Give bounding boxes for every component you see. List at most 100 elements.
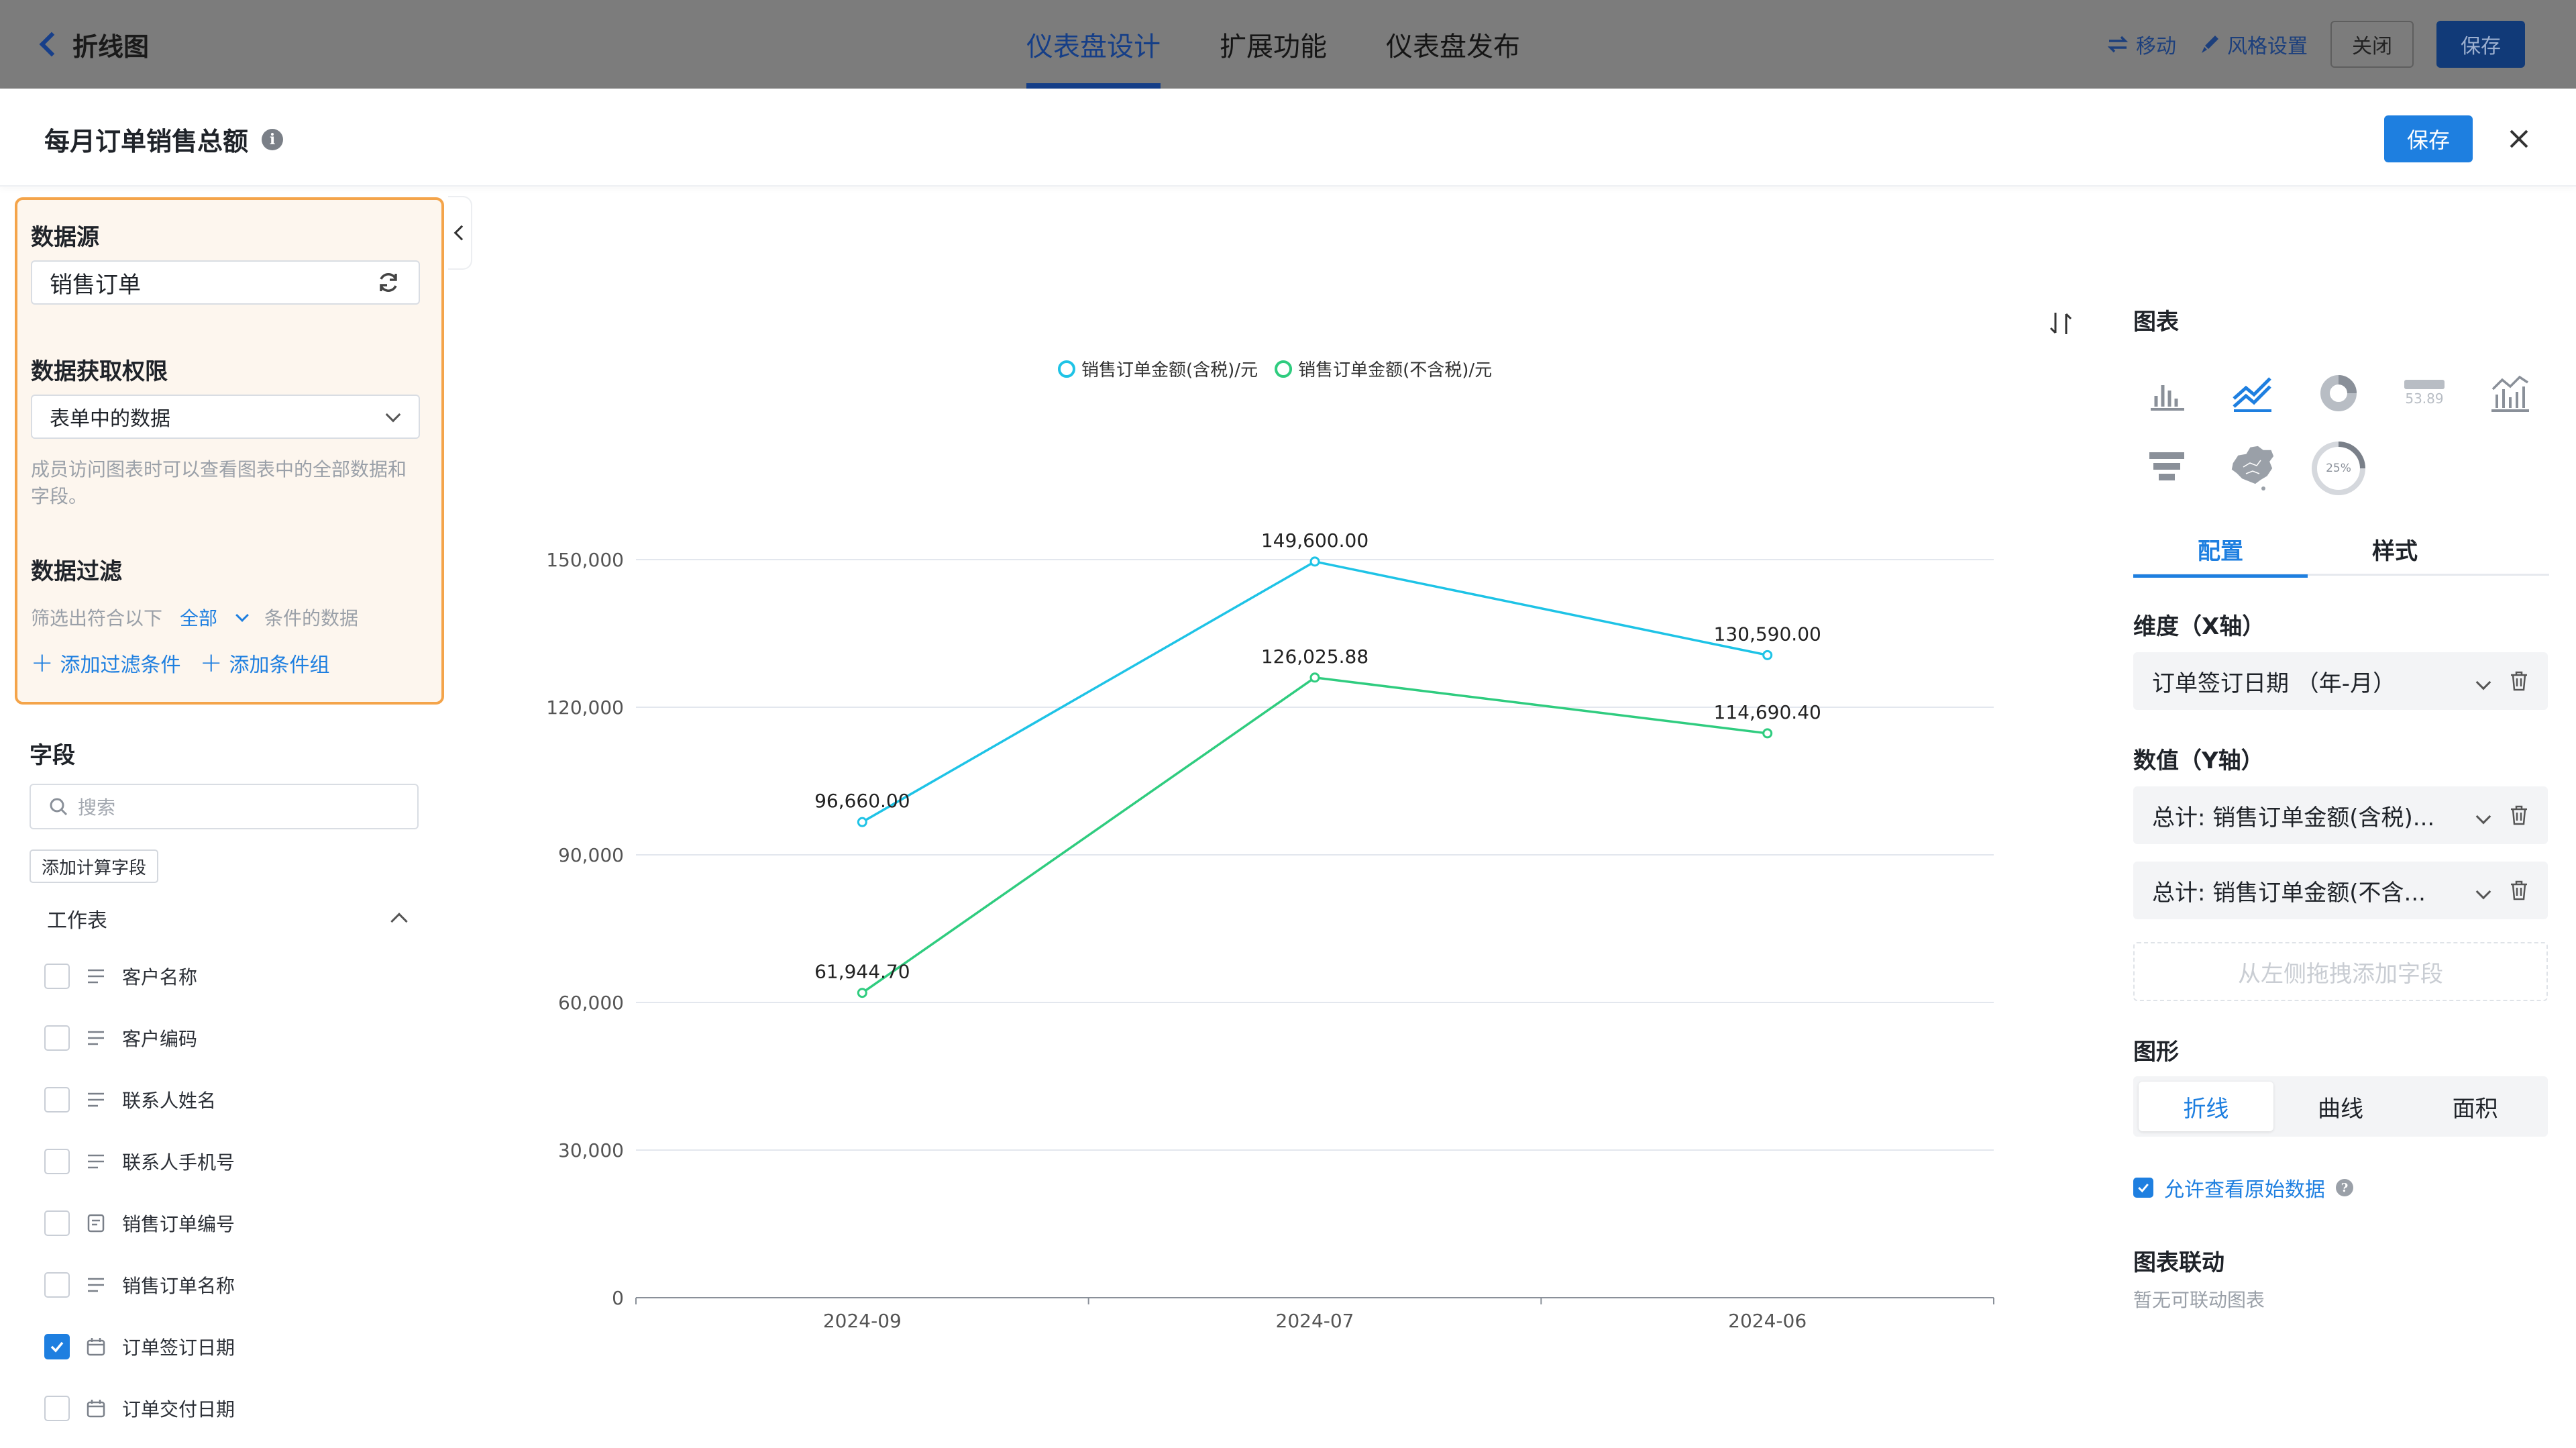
close-icon[interactable] xyxy=(2502,122,2536,156)
combo-chart-icon[interactable] xyxy=(2483,366,2537,420)
fields-title: 字段 xyxy=(30,742,75,769)
allow-raw-data-checkbox[interactable] xyxy=(2133,1178,2153,1198)
modal-save-button[interactable]: 保存 xyxy=(2384,115,2473,162)
field-drop-zone[interactable]: 从左侧拖拽添加字段 xyxy=(2133,942,2548,1001)
text-icon xyxy=(85,965,107,988)
field-checkbox[interactable] xyxy=(44,1210,70,1236)
series-line xyxy=(861,676,1768,994)
tab-config[interactable]: 配置 xyxy=(2133,522,2308,578)
tab-style[interactable]: 样式 xyxy=(2308,522,2482,576)
move-button[interactable]: 移动 xyxy=(2106,30,2176,59)
add-calc-field-button[interactable]: 添加计算字段 xyxy=(30,849,159,883)
progress-value: 25% xyxy=(2326,462,2351,475)
delete-icon[interactable] xyxy=(2509,880,2529,901)
chevron-down-icon[interactable] xyxy=(2475,809,2491,825)
search-placeholder: 搜索 xyxy=(78,796,116,819)
worksheet-label: 工作表 xyxy=(47,909,107,933)
progress-chart-icon[interactable]: 25% xyxy=(2309,439,2368,498)
indicator-card-icon[interactable]: 53.89 xyxy=(2398,366,2451,420)
tab-dashboard-publish[interactable]: 仪表盘发布 xyxy=(1386,0,1520,89)
field-search[interactable]: 搜索 xyxy=(30,784,419,829)
tab-dashboard-design[interactable]: 仪表盘设计 xyxy=(1026,0,1161,89)
calendar-icon xyxy=(85,1397,107,1420)
chart-name[interactable]: 每月订单销售总额 xyxy=(44,121,248,158)
allow-raw-data-option[interactable]: 允许查看原始数据 ? xyxy=(2133,1173,2353,1202)
field-item[interactable]: 联系人姓名 xyxy=(44,1083,216,1117)
permission-value: 表单中的数据 xyxy=(50,407,170,431)
filter-mode-select[interactable]: 全部 xyxy=(180,604,249,631)
move-label: 移动 xyxy=(2136,35,2176,58)
map-chart-icon[interactable] xyxy=(2226,440,2279,494)
close-button[interactable]: 关闭 xyxy=(2330,21,2414,68)
field-item[interactable]: 订单交付日期 xyxy=(44,1392,235,1425)
data-point xyxy=(1309,556,1320,567)
field-item[interactable]: 联系人手机号 xyxy=(44,1145,235,1178)
y-tick-label: 60,000 xyxy=(558,992,624,1014)
y-axis-field[interactable]: 总计: 销售订单金额(含税)... xyxy=(2133,786,2548,844)
field-item[interactable]: 销售订单名称 xyxy=(44,1268,235,1302)
help-icon[interactable]: ? xyxy=(2336,1179,2353,1196)
style-settings-button[interactable]: 风格设置 xyxy=(2199,30,2308,59)
add-group-button[interactable]: + 添加条件组 xyxy=(200,648,330,678)
check-icon xyxy=(2138,1183,2149,1193)
field-checkbox[interactable] xyxy=(44,964,70,989)
add-filter-button[interactable]: + 添加过滤条件 xyxy=(31,648,181,678)
shape-option-polyline[interactable]: 折线 xyxy=(2139,1082,2273,1131)
delete-icon[interactable] xyxy=(2509,805,2529,826)
datasource-box: 数据源 销售订单 数据获取权限 表单中的数据 成员访问图表时可以查看图表中的全部… xyxy=(15,197,444,705)
pie-chart-icon[interactable] xyxy=(2312,366,2365,420)
field-label: 销售订单名称 xyxy=(122,1275,235,1297)
chevron-down-icon[interactable] xyxy=(2475,674,2491,690)
permission-select[interactable]: 表单中的数据 xyxy=(31,395,420,439)
info-icon[interactable]: i xyxy=(262,128,284,150)
chart-preview: 0 30,000 60,000 90,000 120,000 150,000 2024-09… xyxy=(470,187,2106,1448)
line-chart-icon[interactable] xyxy=(2226,366,2279,420)
worksheet-group[interactable]: 工作表 xyxy=(47,902,409,935)
shape-option-area[interactable]: 面积 xyxy=(2408,1082,2542,1131)
text-icon xyxy=(85,1150,107,1173)
save-button[interactable]: 保存 xyxy=(2436,21,2525,68)
tab-extensions[interactable]: 扩展功能 xyxy=(1220,0,1327,89)
swap-axis-icon[interactable] xyxy=(2046,309,2076,338)
shape-option-curve[interactable]: 曲线 xyxy=(2273,1082,2408,1131)
style-settings-label: 风格设置 xyxy=(2227,35,2308,58)
data-label: 96,660.00 xyxy=(814,790,910,812)
x-axis-title: 维度（X轴） xyxy=(2133,613,2265,640)
field-item[interactable]: 订单签订日期 xyxy=(44,1330,235,1363)
filter-prefix: 筛选出符合以下 xyxy=(31,607,163,629)
legend-label: 销售订单金额(不含税)/元 xyxy=(1298,360,1492,380)
y-axis-title: 数值（Y轴） xyxy=(2133,747,2264,774)
add-group-label: 添加条件组 xyxy=(229,654,330,677)
legend-marker xyxy=(1058,360,1075,378)
datasource-select[interactable]: 销售订单 xyxy=(31,260,420,305)
chart-type-title: 图表 xyxy=(2133,309,2179,335)
delete-icon[interactable] xyxy=(2509,670,2529,692)
data-point xyxy=(1762,650,1773,660)
modal-title: 每月订单销售总额 i xyxy=(44,121,284,158)
field-item[interactable]: 客户编码 xyxy=(44,1021,197,1055)
field-item[interactable]: 销售订单编号 xyxy=(44,1206,235,1240)
funnel-chart-icon[interactable] xyxy=(2140,440,2194,494)
y-tick-label: 90,000 xyxy=(558,844,624,866)
y-tick-label: 0 xyxy=(612,1287,624,1309)
field-checkbox[interactable] xyxy=(44,1272,70,1298)
permission-title: 数据获取权限 xyxy=(31,358,168,385)
chevron-down-icon[interactable] xyxy=(2475,884,2491,900)
back-button[interactable]: 折线图 xyxy=(34,24,149,64)
data-label: 149,600.00 xyxy=(1261,529,1368,552)
right-panel: 图表 53.89 25% 配置 样式 维度（X轴） 订单签订日期 （年-月） 数… xyxy=(2106,187,2576,1448)
y-axis-field[interactable]: 总计: 销售订单金额(不含... xyxy=(2133,862,2548,919)
field-checkbox[interactable] xyxy=(44,1025,70,1051)
chart-editor-modal: 每月订单销售总额 i 保存 数据源 销售订单 数据获取权限 表单中的数据 成员访… xyxy=(0,89,2576,1448)
collapse-panel-button[interactable] xyxy=(448,196,472,270)
field-item[interactable]: 客户名称 xyxy=(44,960,197,993)
x-axis-field[interactable]: 订单签订日期 （年-月） xyxy=(2133,652,2548,710)
field-checkbox[interactable] xyxy=(44,1087,70,1113)
text-icon xyxy=(85,1088,107,1111)
bar-chart-icon[interactable] xyxy=(2140,366,2194,420)
field-checkbox[interactable] xyxy=(44,1149,70,1174)
field-checkbox-checked[interactable] xyxy=(44,1334,70,1359)
field-checkbox[interactable] xyxy=(44,1396,70,1421)
shape-title: 图形 xyxy=(2133,1039,2179,1066)
refresh-icon[interactable] xyxy=(376,270,401,295)
